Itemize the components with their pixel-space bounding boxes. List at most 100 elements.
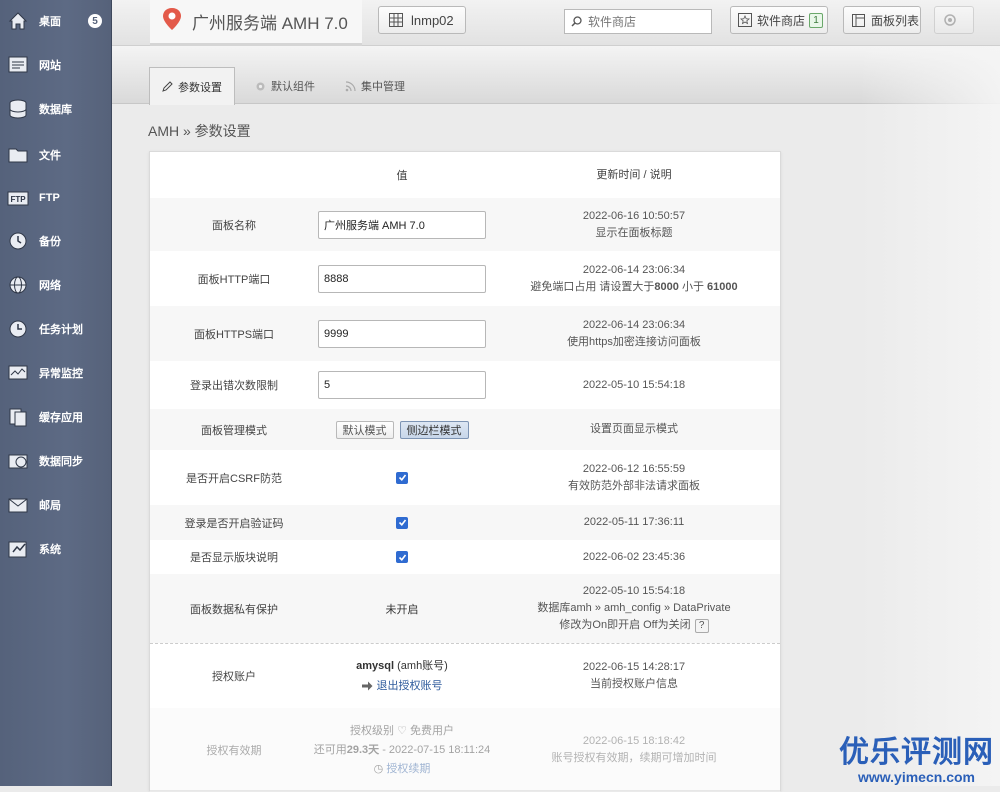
website-icon — [7, 54, 29, 76]
rss-icon — [345, 80, 356, 92]
sidebar-item-database[interactable]: 数据库 — [0, 89, 112, 129]
tab-default-components[interactable]: 默认组件 — [255, 67, 315, 105]
table-row: 是否开启CSRF防范 2022-06-12 16:55:59 有效防范外部非法请… — [150, 450, 780, 505]
sidebar-item-cron[interactable]: 任务计划 — [0, 309, 112, 349]
tab-parameter-settings[interactable]: 参数设置 — [149, 67, 235, 105]
sidebar-item-monitor[interactable]: 异常监控 — [0, 353, 112, 393]
row-note: 设置页面显示模式 — [590, 423, 678, 435]
location-pin-icon — [160, 6, 184, 35]
software-store-label: 软件商店 — [757, 13, 806, 28]
panel-list-icon — [852, 13, 865, 27]
watermark: 优乐评测网 www.yimecn.com — [839, 736, 994, 784]
grid-icon — [389, 13, 403, 27]
update-time: 2022-06-15 18:18:42 — [582, 735, 686, 747]
mail-icon — [7, 494, 29, 516]
row-note: 有效防范外部非法请求面板 — [568, 479, 700, 492]
sidebar-mode-button[interactable]: 侧边栏模式 — [399, 420, 469, 439]
search-icon — [571, 16, 582, 27]
row-note: 避免端口占用 请设置大于8000 小于 61000 — [530, 280, 738, 293]
sidebar-item-network[interactable]: 网络 — [0, 265, 112, 305]
row-label: 授权账户 — [212, 670, 256, 683]
row-label: 授权有效期 — [206, 745, 262, 757]
sidebar-item-label: 数据同步 — [39, 456, 83, 468]
sidebar: 桌面 5 网站 数据库 文件 FTP FTP 备份 网络 任务计划 异常监控 缓… — [0, 0, 112, 786]
globe-icon — [7, 274, 29, 296]
table-row: 面板HTTPS端口 2022-06-14 23:06:34 使用https加密连… — [150, 306, 780, 361]
checkmark-icon — [398, 554, 406, 561]
sidebar-item-label: 备份 — [39, 236, 61, 248]
sidebar-item-label: 桌面 — [39, 16, 61, 28]
server-env-button[interactable]: lnmp02 — [378, 6, 466, 34]
server-env-label: lnmp02 — [411, 12, 454, 28]
auth-user: amysql (amh账号) — [356, 659, 448, 672]
row-label: 面板HTTP端口 — [197, 273, 271, 286]
panel-name-input[interactable] — [318, 210, 486, 239]
settings-table: 值 更新时间 / 说明 面板名称 2022-06-16 10:50:57 显示在… — [149, 151, 781, 792]
auth-remaining: 还可用29.3天 - 2022-07-15 18:11:24 — [313, 743, 491, 756]
logout-auth-link[interactable]: 退出授权账号 — [361, 676, 443, 696]
captcha-checkbox[interactable] — [396, 516, 408, 529]
help-icon[interactable]: ? — [694, 618, 709, 633]
row-note: 账号授权有效期，续期可增加时间 — [551, 752, 717, 764]
table-row: 是否显示版块说明 2022-06-02 23:45:36 — [150, 540, 780, 574]
panel-list-button[interactable]: 面板列表 — [843, 6, 921, 34]
table-row: 登录是否开启验证码 2022-05-11 17:36:11 — [150, 505, 780, 540]
table-row: 登录出错次数限制 2022-05-10 15:54:18 — [150, 361, 780, 409]
row-note: 当前授权账户信息 — [590, 677, 678, 690]
top-bar: 广州服务端 AMH 7.0 lnmp02 软件商店 1 面板列表 — [112, 0, 1000, 46]
table-row: 面板HTTP端口 2022-06-14 23:06:34 避免端口占用 请设置大… — [150, 251, 780, 306]
sync-icon — [7, 450, 29, 472]
renew-auth-link[interactable]: ◷ 授权续期 — [374, 760, 431, 779]
row-label: 登录出错次数限制 — [190, 380, 278, 392]
block-desc-checkbox[interactable] — [396, 551, 408, 563]
tab-central-management[interactable]: 集中管理 — [345, 67, 405, 105]
default-mode-button[interactable]: 默认模式 — [335, 420, 394, 439]
sidebar-item-ftp[interactable]: FTP FTP — [0, 178, 112, 218]
cache-icon — [7, 406, 29, 428]
notification-badge: 5 — [88, 14, 102, 28]
row-label: 是否显示版块说明 — [190, 552, 278, 564]
sidebar-item-desktop[interactable]: 桌面 5 — [0, 1, 112, 41]
arrow-right-icon — [361, 681, 373, 691]
login-limit-input[interactable] — [318, 371, 486, 399]
update-time: 2022-05-11 17:36:11 — [583, 516, 685, 528]
sidebar-item-system[interactable]: 系统 — [0, 529, 112, 569]
row-note: 显示在面板标题 — [595, 226, 673, 239]
row-note: 使用https加密连接访问面板 — [567, 335, 701, 348]
sidebar-item-mail[interactable]: 邮局 — [0, 485, 112, 525]
svg-text:FTP: FTP — [10, 195, 26, 204]
sidebar-item-sync[interactable]: 数据同步 — [0, 441, 112, 481]
sidebar-item-label: 网站 — [39, 60, 61, 72]
https-port-input[interactable] — [318, 319, 486, 348]
clock-icon: ◷ — [373, 762, 384, 775]
tab-label: 默认组件 — [271, 81, 315, 93]
home-icon — [7, 10, 29, 32]
search-box[interactable] — [564, 9, 712, 34]
table-row: 面板管理模式 默认模式 侧边栏模式 设置页面显示模式 — [150, 409, 780, 450]
software-store-button[interactable]: 软件商店 1 — [730, 6, 828, 34]
row-label: 面板HTTPS端口 — [193, 328, 275, 341]
watermark-url: www.yimecn.com — [858, 769, 975, 785]
sidebar-item-label: 邮局 — [39, 500, 61, 512]
row-label: 面板名称 — [212, 219, 256, 232]
clock-icon — [7, 318, 29, 340]
sidebar-item-website[interactable]: 网站 — [0, 45, 112, 85]
update-time: 2022-05-10 15:54:18 — [582, 585, 686, 597]
row-label: 面板数据私有保护 — [190, 603, 278, 616]
watermark-title: 优乐评测网 — [839, 736, 994, 769]
row-label: 登录是否开启验证码 — [184, 517, 284, 530]
row-note: 数据库amh » amh_config » DataPrivate — [537, 602, 731, 614]
folder-icon — [7, 144, 29, 166]
sidebar-item-files[interactable]: 文件 — [0, 135, 112, 175]
search-input[interactable] — [588, 14, 698, 29]
panel-list-label: 面板列表 — [871, 13, 920, 28]
heart-icon: ♡ — [397, 724, 407, 737]
sidebar-item-backup[interactable]: 备份 — [0, 221, 112, 261]
http-port-input[interactable] — [318, 264, 486, 293]
sidebar-item-cache[interactable]: 缓存应用 — [0, 397, 112, 437]
tab-label: 参数设置 — [178, 81, 222, 94]
csrf-checkbox[interactable] — [396, 471, 408, 484]
edge-fade — [860, 46, 1000, 786]
update-time: 2022-06-12 16:55:59 — [582, 462, 686, 475]
settings-button[interactable] — [934, 6, 974, 34]
